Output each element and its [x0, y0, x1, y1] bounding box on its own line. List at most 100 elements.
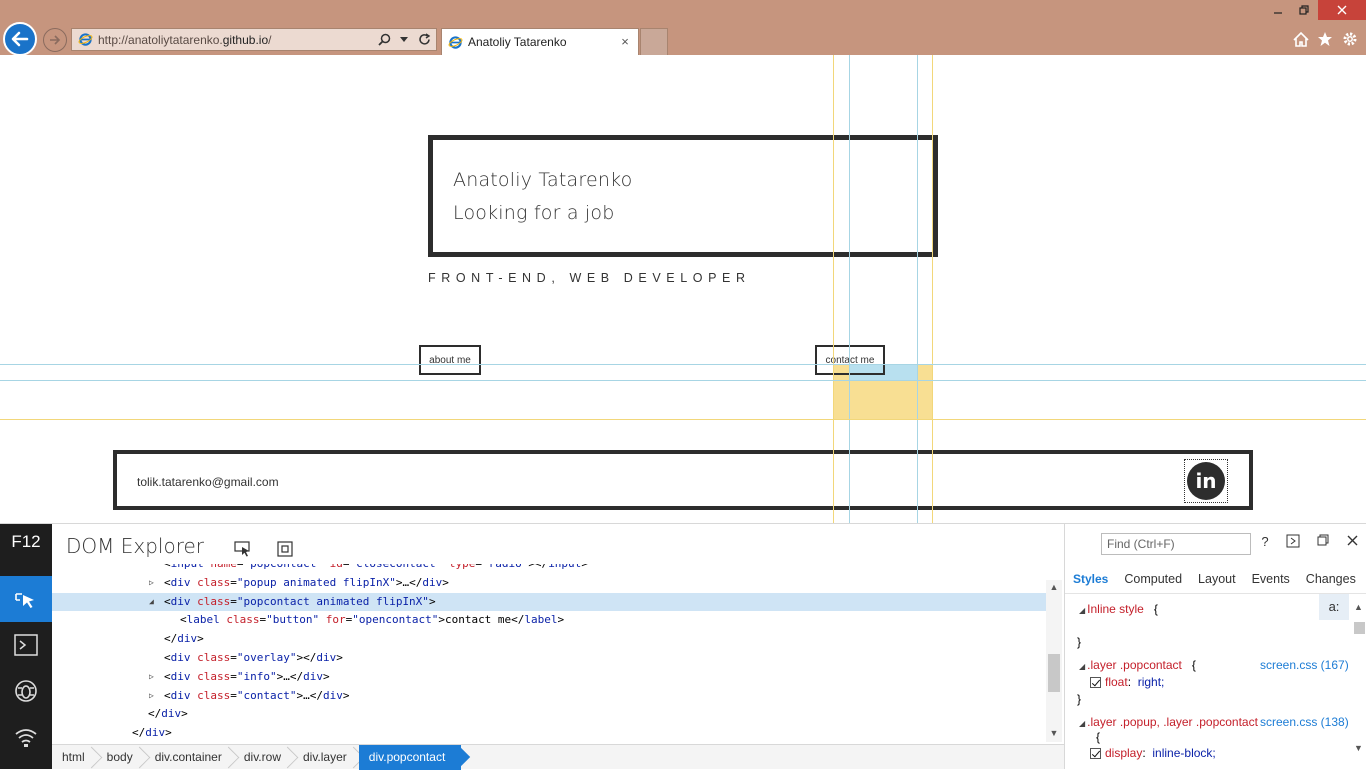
dom-explorer-tool[interactable]	[0, 576, 52, 622]
dom-breadcrumbs: html body div.container div.row div.layer div…	[52, 744, 1064, 770]
expand-arrow-icon[interactable]: ▷	[149, 668, 154, 687]
select-element-toolbar-icon[interactable]	[233, 540, 251, 558]
dom-node-text: </div>	[148, 707, 188, 721]
select-element-icon	[15, 593, 34, 608]
minimize-button[interactable]	[1266, 0, 1290, 20]
dom-tree-node[interactable]: ▷ <div class="contact">…</div>	[52, 687, 1046, 706]
tab-events[interactable]: Events	[1244, 572, 1298, 586]
wifi-icon	[15, 729, 37, 747]
breadcrumb-item[interactable]: div.layer	[293, 745, 359, 770]
page-viewport: Anatoliy Tatarenko Looking for a job FRO…	[0, 55, 1366, 523]
about-me-button[interactable]: about me	[419, 345, 481, 375]
rule2-source-link[interactable]: screen.css (138)	[1260, 715, 1349, 729]
rule1-source-link[interactable]: screen.css (167)	[1260, 658, 1349, 672]
refresh-icon[interactable]	[416, 32, 432, 48]
dom-tree-node[interactable]: <label class="button" for="opencontact">…	[52, 611, 1046, 630]
dom-node-text: <label class="button" for="opencontact">…	[180, 613, 565, 627]
debugger-tool[interactable]	[0, 668, 52, 714]
network-tool[interactable]	[0, 714, 52, 760]
scroll-up-icon[interactable]: ▲	[1354, 602, 1363, 612]
tab-close-icon[interactable]: ×	[618, 35, 632, 49]
home-icon[interactable]	[1292, 30, 1310, 48]
checkbox[interactable]	[1090, 748, 1101, 759]
dom-tree-node[interactable]: ▷ <div class="popup animated flipInX">…</…	[52, 574, 1046, 593]
dom-tree-scrollbar[interactable]: ▲ ▼	[1046, 580, 1062, 742]
back-button[interactable]	[3, 22, 37, 56]
breadcrumb-item[interactable]: div.container	[145, 745, 234, 770]
rule2-declaration[interactable]: display: inline-block;	[1090, 746, 1216, 760]
styles-tabs: Styles Computed Layout Events Changes	[1065, 564, 1366, 594]
undock-icon[interactable]	[1315, 534, 1331, 550]
dom-tree-node[interactable]: <input name="popcontact" id="closecontac…	[52, 564, 1046, 574]
footer-email[interactable]: tolik.tatarenko@gmail.com	[137, 475, 279, 489]
devtools-sidebar: F12	[0, 524, 52, 769]
address-bar[interactable]: http://anatoliytatarenko.github.io/	[71, 28, 437, 51]
linkedin-icon: in	[1187, 462, 1225, 500]
search-icon[interactable]	[376, 32, 392, 48]
rule1-declaration[interactable]: float: right;	[1090, 675, 1164, 689]
dom-tree-node[interactable]: ◢ <div class="popcontact animated flipInX…	[52, 592, 1046, 612]
breadcrumb-item[interactable]: div.popcontact	[358, 744, 462, 770]
bug-icon	[15, 680, 37, 702]
help-icon[interactable]: ?	[1257, 534, 1273, 550]
address-url: http://anatoliytatarenko.github.io/	[98, 32, 272, 47]
collapse-arrow-icon[interactable]: ◢	[149, 593, 154, 612]
find-input[interactable]: Find (Ctrl+F)	[1101, 533, 1251, 555]
highlight-element-icon[interactable]	[276, 540, 294, 558]
dom-node-text: </div>	[132, 726, 172, 740]
close-icon	[1337, 5, 1347, 15]
scroll-down-icon[interactable]: ▼	[1354, 743, 1363, 753]
breadcrumb-item[interactable]: html	[52, 745, 97, 770]
browser-tab[interactable]: Anatoliy Tatarenko ×	[441, 28, 639, 55]
expand-arrow-icon[interactable]: ▷	[149, 574, 154, 593]
rule2-selector: ◢ .layer .popup, .layer .popcontact	[1079, 715, 1258, 729]
contact-me-button[interactable]: contact me	[815, 345, 885, 375]
console-tool[interactable]	[0, 622, 52, 668]
console-icon	[14, 634, 38, 656]
tab-layout[interactable]: Layout	[1190, 572, 1244, 586]
scroll-up-icon[interactable]: ▲	[1048, 582, 1060, 594]
scrollbar-thumb[interactable]	[1048, 654, 1060, 692]
ie-favicon-icon	[448, 35, 463, 49]
new-tab-button[interactable]	[640, 28, 668, 55]
minimize-icon	[1274, 12, 1282, 14]
dom-tree-node[interactable]: <div class="overlay"></div>	[52, 649, 1046, 668]
footer-contact-bar: tolik.tatarenko@gmail.com in	[113, 450, 1253, 510]
tab-computed[interactable]: Computed	[1116, 572, 1190, 586]
scroll-down-icon[interactable]: ▼	[1048, 728, 1060, 740]
favorites-star-icon[interactable]	[1316, 30, 1334, 48]
rule-close-brace: }	[1077, 692, 1082, 706]
dropdown-chevron-icon[interactable]	[396, 32, 412, 48]
restore-button[interactable]	[1292, 0, 1316, 20]
expand-arrow-icon[interactable]: ▷	[149, 687, 154, 706]
close-devtools-icon[interactable]	[1344, 534, 1360, 550]
checkbox[interactable]	[1090, 677, 1101, 688]
expand-console-icon[interactable]	[1285, 534, 1301, 550]
scrollbar-thumb[interactable]	[1354, 622, 1365, 634]
restore-icon	[1299, 5, 1309, 15]
tab-changes[interactable]: Changes	[1298, 572, 1364, 586]
rule-close-brace: }	[1077, 635, 1082, 649]
dom-tree-node[interactable]: </div>	[52, 724, 1046, 742]
close-window-button[interactable]	[1318, 0, 1366, 20]
dom-tree-node[interactable]: </div>	[52, 630, 1046, 649]
arrow-left-icon	[11, 31, 29, 47]
breadcrumb-item[interactable]: body	[97, 745, 145, 770]
forward-button[interactable]	[43, 28, 67, 52]
linkedin-link[interactable]: in	[1184, 459, 1228, 503]
settings-gear-icon[interactable]	[1341, 30, 1359, 48]
dom-node-text: <div class="info">…</div>	[164, 669, 330, 683]
dom-tree-node[interactable]: ▷ <div class="info">…</div>	[52, 668, 1046, 687]
styles-side-panel: Find (Ctrl+F) ? Styles Computed Layout E…	[1064, 524, 1366, 769]
rule1-selector: ◢ .layer .popcontact {	[1079, 658, 1196, 672]
dom-node-text: <input name="popcontact" id="closecontac…	[164, 564, 588, 574]
styles-scrollbar[interactable]: ▲ ▼	[1351, 594, 1366, 769]
devtools-panel: F12 DOM Explorer <input name="popcontact…	[0, 523, 1366, 770]
dom-tree[interactable]: <input name="popcontact" id="closecontac…	[52, 564, 1046, 742]
tab-styles[interactable]: Styles	[1065, 572, 1116, 586]
breadcrumb-item[interactable]: div.row	[234, 745, 293, 770]
arrow-right-icon	[50, 35, 61, 45]
inline-style-rule: ◢ Inline style {	[1079, 602, 1158, 616]
dom-node-text: <div class="contact">…</div>	[164, 688, 350, 702]
dom-tree-node[interactable]: </div>	[52, 705, 1046, 724]
